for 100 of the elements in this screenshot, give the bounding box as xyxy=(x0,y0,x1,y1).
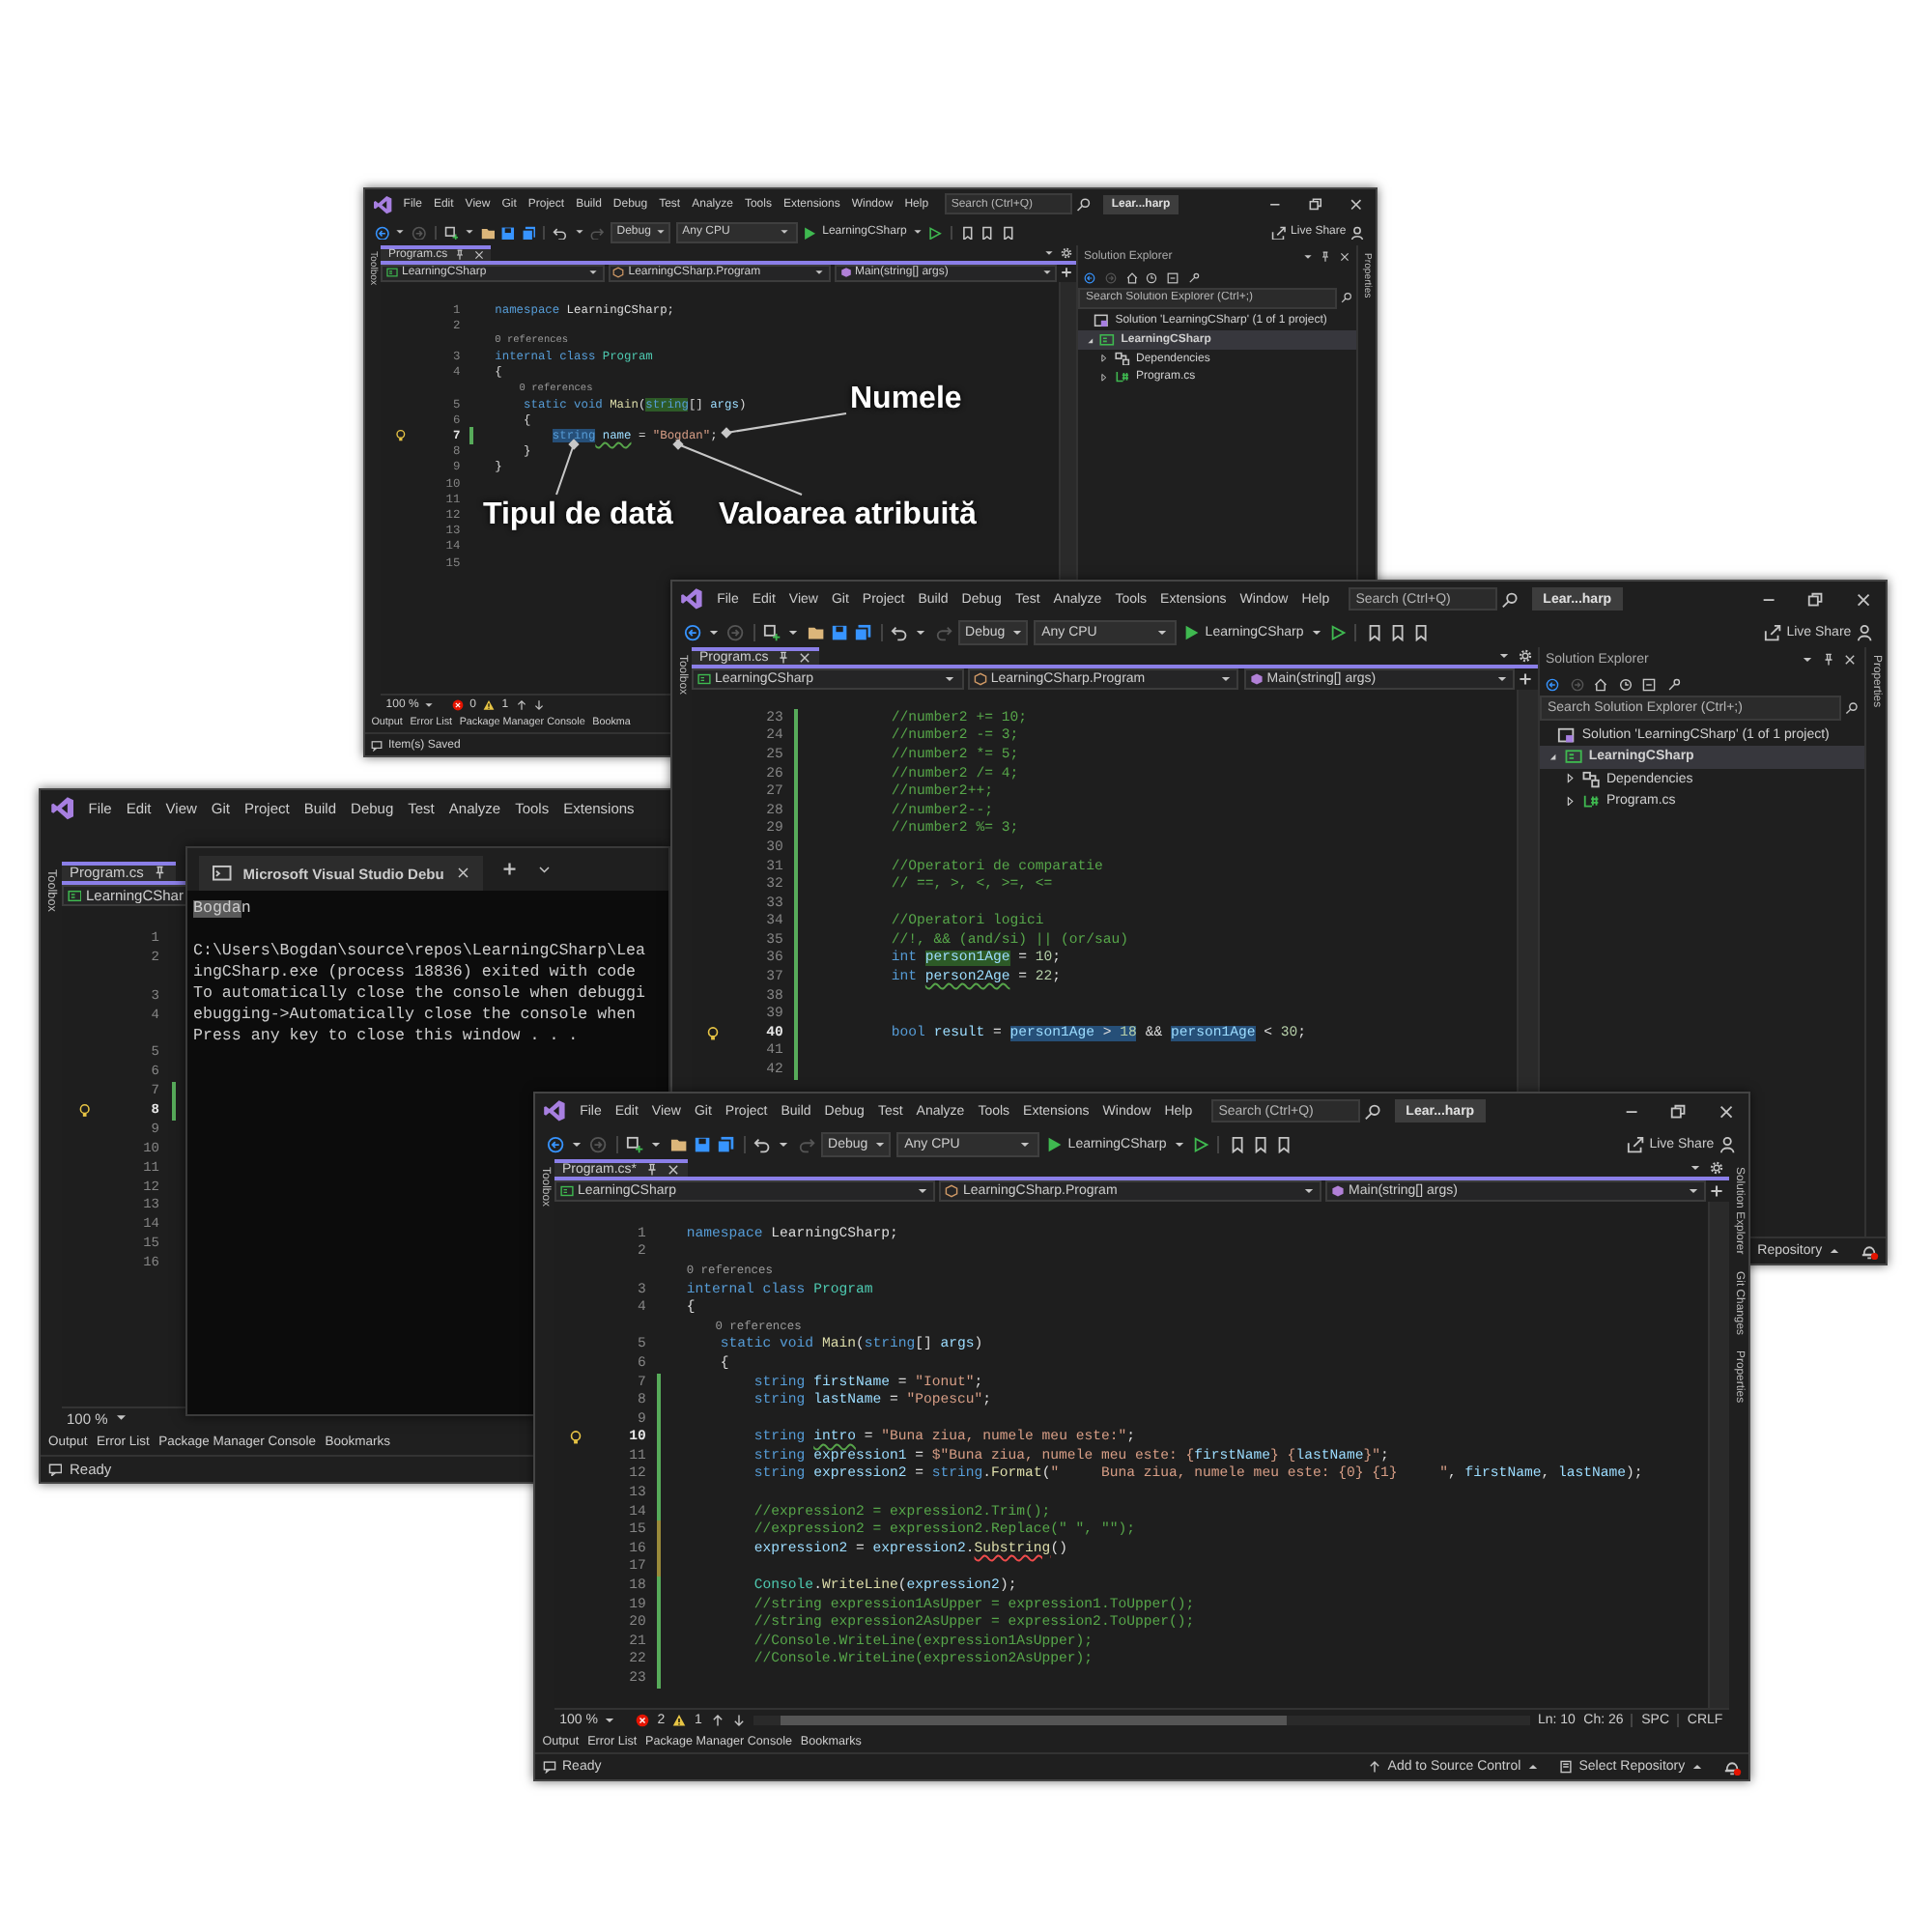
down-arrow-icon[interactable] xyxy=(533,698,546,711)
vs-logo-icon xyxy=(680,587,704,611)
close-icon[interactable] xyxy=(666,1163,680,1178)
plus-icon[interactable] xyxy=(502,862,518,877)
console-output-line: ingCSharp.exe (process 18836) exited with code xyxy=(193,962,639,983)
close-icon[interactable] xyxy=(798,651,812,666)
collapse-icon[interactable] xyxy=(1642,677,1657,692)
lightbulb-icon[interactable] xyxy=(568,1430,584,1446)
vs-logo-icon xyxy=(543,1099,567,1123)
open-folder-icon[interactable] xyxy=(480,225,496,241)
caret-icon[interactable] xyxy=(1800,653,1814,668)
new-item-icon[interactable] xyxy=(763,623,781,641)
person-icon[interactable] xyxy=(1350,225,1367,241)
open-folder-icon[interactable] xyxy=(669,1135,688,1153)
close-icon[interactable] xyxy=(1854,590,1873,609)
restore-icon[interactable] xyxy=(1806,590,1826,609)
new-item-icon[interactable] xyxy=(626,1135,644,1153)
search-icon xyxy=(1500,590,1520,609)
lightbulb-icon[interactable] xyxy=(393,429,408,442)
wrench-icon[interactable] xyxy=(1187,271,1200,284)
gear-icon[interactable] xyxy=(1060,247,1072,260)
back-icon[interactable] xyxy=(1084,271,1095,284)
caret-up-icon xyxy=(1690,1760,1704,1775)
play-outline-icon[interactable] xyxy=(1191,1135,1209,1153)
new-item-icon[interactable] xyxy=(443,225,459,241)
undo-icon[interactable] xyxy=(753,1135,772,1153)
open-folder-icon[interactable] xyxy=(807,623,825,641)
expander-icon[interactable] xyxy=(1085,335,1094,345)
notification-bell-icon[interactable] xyxy=(1861,1242,1879,1261)
home-icon[interactable] xyxy=(1594,677,1608,692)
back-icon[interactable] xyxy=(374,225,390,241)
caret-icon xyxy=(394,226,407,239)
pin-icon[interactable] xyxy=(454,249,467,262)
chevron-down-icon[interactable] xyxy=(536,862,552,877)
close-icon[interactable] xyxy=(1349,196,1365,213)
error-icon xyxy=(451,698,464,711)
close-icon[interactable] xyxy=(1339,250,1350,263)
caret-up-icon xyxy=(1827,1244,1841,1259)
close-icon[interactable] xyxy=(1717,1102,1736,1121)
pin-icon[interactable] xyxy=(152,866,167,880)
message-icon xyxy=(371,739,383,752)
annotation-label: Numele xyxy=(850,383,962,417)
pin-icon[interactable] xyxy=(1821,653,1835,668)
split-add-icon[interactable] xyxy=(1710,1184,1724,1199)
collapse-icon[interactable] xyxy=(1167,271,1179,284)
close-icon[interactable] xyxy=(1843,653,1857,668)
console-output-line: To automatically close the console when debuggi xyxy=(193,983,648,1005)
expander-icon[interactable] xyxy=(1547,752,1558,763)
play-outline-icon[interactable] xyxy=(927,225,944,241)
lightbulb-icon[interactable] xyxy=(77,1103,93,1119)
gear-icon[interactable] xyxy=(1518,649,1532,664)
restore-icon[interactable] xyxy=(1308,196,1324,213)
undo-icon[interactable] xyxy=(891,623,909,641)
expander-icon[interactable] xyxy=(1099,372,1110,383)
home-icon[interactable] xyxy=(1125,271,1138,284)
close-icon[interactable] xyxy=(455,866,470,881)
split-add-icon[interactable] xyxy=(1519,672,1533,687)
back-icon[interactable] xyxy=(546,1135,564,1153)
down-arrow-icon[interactable] xyxy=(731,1713,746,1727)
caret-icon xyxy=(603,1713,617,1727)
back-icon[interactable] xyxy=(683,623,701,641)
split-add-icon[interactable] xyxy=(1061,267,1073,279)
pin-icon[interactable] xyxy=(776,651,790,666)
save-icon[interactable] xyxy=(500,225,516,241)
save-all-icon[interactable] xyxy=(521,225,536,241)
caret-icon xyxy=(872,1137,887,1151)
expander-icon[interactable] xyxy=(1564,795,1576,807)
up-arrow-icon[interactable] xyxy=(710,1713,724,1727)
undo-icon[interactable] xyxy=(553,225,568,241)
person-icon[interactable] xyxy=(1719,1135,1738,1153)
caret-icon xyxy=(911,226,923,239)
person-icon[interactable] xyxy=(1857,623,1875,641)
play-outline-icon[interactable] xyxy=(1328,623,1347,641)
pin-icon[interactable] xyxy=(1320,250,1332,263)
close-icon[interactable] xyxy=(472,249,485,262)
wrench-icon[interactable] xyxy=(1666,677,1681,692)
back-icon[interactable] xyxy=(1546,677,1559,692)
up-arrow-icon[interactable] xyxy=(515,698,527,711)
live-share-icon xyxy=(1626,1135,1644,1153)
caret-icon xyxy=(786,625,801,639)
save-all-icon[interactable] xyxy=(716,1135,735,1153)
horizontal-scrollbar[interactable] xyxy=(753,1715,1530,1726)
caret-icon xyxy=(1009,625,1024,639)
expander-icon[interactable] xyxy=(1564,773,1576,784)
caret-icon[interactable] xyxy=(1301,250,1314,263)
annotation-label: Valoarea atribuită xyxy=(719,498,977,533)
save-icon[interactable] xyxy=(830,623,848,641)
class-icon xyxy=(612,267,625,279)
save-icon[interactable] xyxy=(693,1135,711,1153)
save-all-icon[interactable] xyxy=(853,623,872,641)
notification-bell-icon[interactable] xyxy=(1723,1758,1742,1776)
vertical-scrollbar[interactable] xyxy=(1708,1201,1728,1709)
history-icon[interactable] xyxy=(1618,677,1633,692)
history-icon[interactable] xyxy=(1146,271,1158,284)
project-icon xyxy=(1099,332,1116,348)
gear-icon[interactable] xyxy=(1709,1161,1723,1176)
lightbulb-icon[interactable] xyxy=(705,1025,722,1041)
restore-icon[interactable] xyxy=(1669,1102,1689,1121)
pin-icon[interactable] xyxy=(644,1163,659,1178)
expander-icon[interactable] xyxy=(1099,354,1110,363)
